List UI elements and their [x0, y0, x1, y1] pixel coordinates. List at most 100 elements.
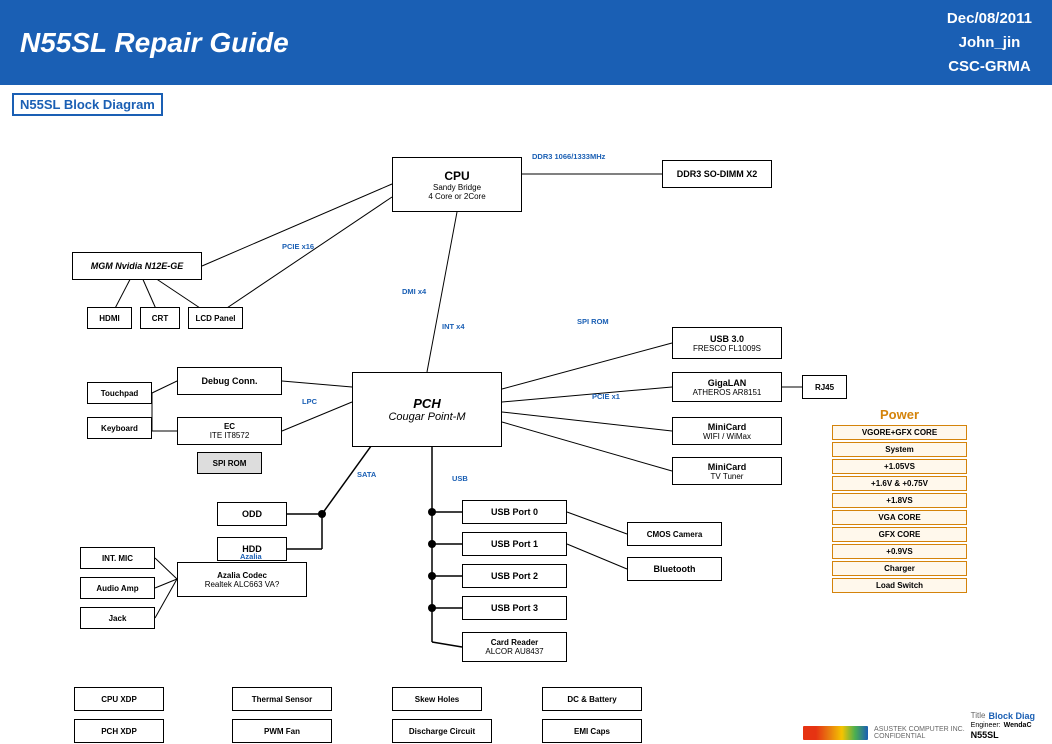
minicard2-box: MiniCard TV Tuner: [672, 457, 782, 485]
power-item-5: VGA CORE: [832, 510, 967, 525]
pch-label: PCH: [413, 396, 440, 411]
footer-engineer-label: Engineer:: [971, 722, 1001, 729]
header: N55SL Repair Guide Dec/08/2011 John_jin …: [0, 0, 1052, 85]
ddr3-label: DDR3 SO-DIMM X2: [677, 169, 758, 179]
cpuxdp-box: CPU XDP: [74, 687, 164, 711]
power-item-7: +0.9VS: [832, 544, 967, 559]
minicard2-label: MiniCard: [708, 462, 747, 472]
rj45-box: RJ45: [802, 375, 847, 399]
asus-logo: [803, 726, 868, 740]
pchxdp-label: PCH XDP: [101, 727, 137, 736]
thermsen-box: Thermal Sensor: [232, 687, 332, 711]
spi-rom-label: SPI ROM: [577, 317, 609, 326]
power-section: Power VGORE+GFX CORE System +1.05VS +1.6…: [832, 407, 967, 595]
azalia-box: Azalia Codec Realtek ALC663 VA?: [177, 562, 307, 597]
jack-label: Jack: [109, 614, 127, 623]
azalia-label: Azalia: [240, 552, 262, 561]
cpu-label: CPU: [444, 169, 469, 183]
footer-title-label: Title: [971, 711, 986, 721]
intmic-label: INT. MIC: [102, 554, 133, 563]
pwmfan-label: PWM Fan: [264, 727, 300, 736]
emicaps-label: EMI Caps: [574, 727, 610, 736]
cardreader-box: Card Reader ALCOR AU8437: [462, 632, 567, 662]
footer-info: Title Block Diag Engineer: WendaC N55SL: [971, 711, 1035, 740]
footer-asustek: ASUSTEK COMPUTER INC.CONFIDENTIAL: [874, 726, 965, 740]
ddr3-box: DDR3 SO-DIMM X2: [662, 160, 772, 188]
power-item-6: GFX CORE: [832, 527, 967, 542]
intmic-box: INT. MIC: [80, 547, 155, 569]
power-item-4: +1.8VS: [832, 493, 967, 508]
header-org: CSC-GRMA: [947, 55, 1032, 79]
gigalan-box: GigaLAN ATHEROS AR8151: [672, 372, 782, 402]
power-title: Power: [832, 407, 967, 422]
cmos-label: CMOS Camera: [647, 530, 703, 539]
hdmi-label: HDMI: [99, 314, 119, 323]
dcbat-box: DC & Battery: [542, 687, 642, 711]
cmos-box: CMOS Camera: [627, 522, 722, 546]
footer-title-value: Block Diag: [988, 711, 1035, 721]
power-item-8: Charger: [832, 561, 967, 576]
header-date: Dec/08/2011: [947, 7, 1032, 31]
mgm-label: MGM Nvidia N12E-GE: [91, 261, 184, 271]
usbp0-label: USB Port 0: [491, 507, 538, 517]
usb30-sub: FRESCO FL1009S: [693, 344, 761, 353]
asus-logo-area: [803, 726, 868, 740]
dischcir-label: Discharge Circuit: [409, 727, 475, 736]
skewholes-label: Skew Holes: [415, 695, 459, 704]
jack-box: Jack: [80, 607, 155, 629]
section-title: N55SL Block Diagram: [12, 93, 163, 116]
cardreader-sub: ALCOR AU8437: [485, 647, 543, 656]
usbp1-box: USB Port 1: [462, 532, 567, 556]
pch-box: PCH Cougar Point-M: [352, 372, 502, 447]
crt-label: CRT: [152, 314, 168, 323]
usb-label: USB: [452, 474, 468, 483]
skewholes-box: Skew Holes: [392, 687, 482, 711]
pchxdp-box: PCH XDP: [74, 719, 164, 743]
spirom-small-label: SPI ROM: [213, 459, 247, 468]
power-item-9: Load Switch: [832, 578, 967, 593]
lcd-label: LCD Panel: [195, 314, 235, 323]
dischcir-box: Discharge Circuit: [392, 719, 492, 743]
ec-sub: ITE IT8572: [210, 431, 250, 440]
power-item-3: +1.6V & +0.75V: [832, 476, 967, 491]
ddr3-freq-label: DDR3 1066/1333MHz: [532, 152, 605, 161]
emicaps-box: EMI Caps: [542, 719, 642, 743]
spirom-small-box: SPI ROM: [197, 452, 262, 474]
power-item-0: VGORE+GFX CORE: [832, 425, 967, 440]
rj45-label: RJ45: [815, 383, 834, 392]
odd-label: ODD: [242, 509, 262, 519]
mgm-box: MGM Nvidia N12E-GE: [72, 252, 202, 280]
debug-label: Debug Conn.: [202, 376, 258, 386]
footer: ASUSTEK COMPUTER INC.CONFIDENTIAL Title …: [803, 711, 1035, 740]
pwmfan-box: PWM Fan: [232, 719, 332, 743]
pcie-x1-label: PCIE x1: [592, 392, 620, 401]
usb30-label: USB 3.0: [710, 334, 744, 344]
pcie-x16-label: PCIE x16: [282, 242, 314, 251]
usbp1-label: USB Port 1: [491, 539, 538, 549]
footer-engineer-value: WendaC: [1004, 722, 1032, 729]
footer-model: N55SL: [971, 730, 1035, 740]
debug-box: Debug Conn.: [177, 367, 282, 395]
minicard2-sub: TV Tuner: [711, 472, 744, 481]
touchpad-label: Touchpad: [101, 389, 139, 398]
gigalan-sub: ATHEROS AR8151: [693, 388, 762, 397]
dmi-x4-label: DMI x4: [402, 287, 426, 296]
cpu-box: CPU Sandy Bridge 4 Core or 2Core: [392, 157, 522, 212]
usbp0-box: USB Port 0: [462, 500, 567, 524]
sata-label: SATA: [357, 470, 376, 479]
keyboard-label: Keyboard: [101, 424, 138, 433]
content: N55SL Block Diagram: [0, 85, 1052, 744]
odd-box: ODD: [217, 502, 287, 526]
audioamp-box: Audio Amp: [80, 577, 155, 599]
audioamp-label: Audio Amp: [96, 584, 138, 593]
usbp2-box: USB Port 2: [462, 564, 567, 588]
power-item-2: +1.05VS: [832, 459, 967, 474]
lcd-box: LCD Panel: [188, 307, 243, 329]
diagram: CPU Sandy Bridge 4 Core or 2Core PCH Cou…: [12, 122, 1040, 742]
hdmi-box: HDMI: [87, 307, 132, 329]
power-item-1: System: [832, 442, 967, 457]
cpuxdp-label: CPU XDP: [101, 695, 137, 704]
dcbat-label: DC & Battery: [567, 695, 616, 704]
azalia-label: Azalia Codec: [217, 571, 267, 580]
footer-title-row: Title Block Diag: [971, 711, 1035, 721]
